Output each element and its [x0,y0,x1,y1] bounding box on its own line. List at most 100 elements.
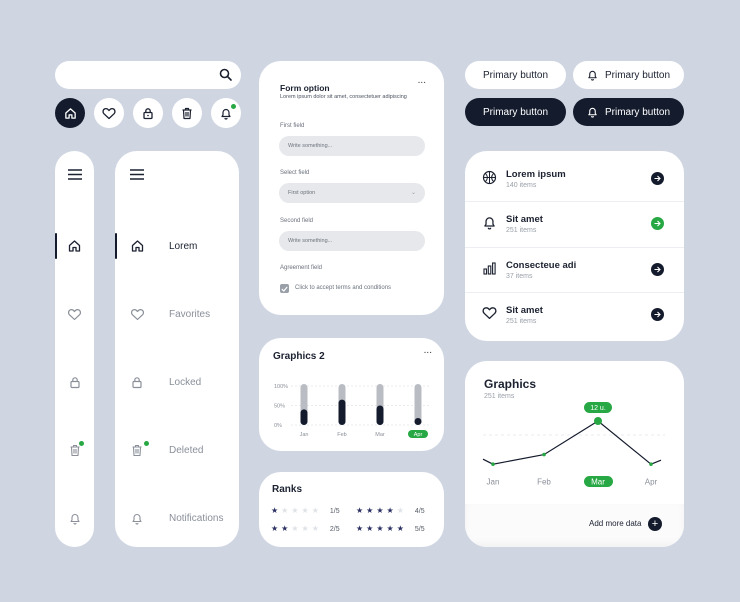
select-field-dropdown[interactable]: First option ⌄ [279,183,425,203]
bar-chart-icon [482,261,497,276]
primary-dark-bell-button[interactable]: Primary button [573,98,684,126]
ranks-card: Ranks ★ ★ ★ ★ ★ 1/5 ★ ★ ★ ★ ★ 4/5 ★ ★ ★ ★ ★ 2/5 ★ ★ ★ ★ ★ 5/5 [259,472,444,547]
star-icon: ★ [301,524,309,533]
search-input[interactable] [67,67,207,83]
rail-item-locked[interactable] [55,367,94,397]
list-item[interactable]: Sit amet 251 items [465,202,684,247]
add-data-button[interactable]: + [648,517,662,531]
primary-dark-button[interactable]: Primary button [465,98,566,126]
list-item-subtitle: 37 items [506,273,533,280]
rail-item-favorites[interactable] [55,299,94,329]
rail-item-home[interactable] [55,231,94,261]
x-tick-label: Apr [414,432,423,438]
favorites-button[interactable] [94,98,124,128]
search-icon[interactable] [219,68,232,81]
nav-item-locked[interactable]: Locked [115,368,239,396]
add-more-data-label: Add more data [589,519,642,528]
star-icon: ★ [366,524,374,533]
bell-icon [115,512,159,525]
rank-row: ★ ★ ★ ★ ★ 1/5 [271,507,340,515]
star-icon: ★ [281,506,289,515]
nav-item-label: Deleted [169,444,204,456]
primary-bell-button[interactable]: Primary button [573,61,684,89]
first-field-input[interactable]: Write something... [279,136,425,156]
trash-icon [181,107,193,120]
lock-button[interactable] [133,98,163,128]
rail-item-deleted[interactable] [55,435,94,465]
nav-item-label: Locked [169,376,202,388]
line-chart: Jan Feb 12 u. Mar Apr [482,402,665,487]
nav-item-deleted[interactable]: Deleted [115,436,239,464]
rank-row: ★ ★ ★ ★ ★ 2/5 [271,525,340,533]
arrow-right-icon[interactable] [651,172,664,185]
rank-label: 2/5 [329,525,340,533]
more-menu-button[interactable]: ... [424,345,432,356]
bar-chart: 100% 50% 0% Jan Feb Mar Apr [274,384,429,438]
rank-label: 1/5 [329,507,340,515]
trash-button[interactable] [172,98,202,128]
agreement-checkbox[interactable] [280,284,289,293]
star-icon: ★ [311,506,319,515]
list-item[interactable]: Sit amet 251 items [465,293,684,338]
x-tick-label: Feb [537,478,551,487]
star-icon: ★ [376,524,384,533]
graphics-small-title: Graphics 2 [273,351,325,362]
home-icon [115,239,159,253]
list-item[interactable]: Consecteue adi 37 items [465,248,684,293]
x-tick-label: Feb [337,432,346,438]
bell-icon [482,215,497,230]
list-item-subtitle: 251 items [506,227,537,234]
nav-item-lorem[interactable]: Lorem [115,232,239,260]
select-field-label: Select field [280,170,310,176]
check-icon [281,286,288,292]
list-item[interactable]: Lorem ipsum 140 items [465,157,684,202]
hamburger-icon [130,168,144,180]
arrow-right-icon[interactable] [651,308,664,321]
heart-icon [102,107,116,120]
nav-panel: Lorem Favorites Locked Deleted Notificat… [115,151,239,547]
rail-item-notifications[interactable] [55,503,94,533]
star-icon: ★ [396,524,404,533]
primary-button[interactable]: Primary button [465,61,566,89]
nav-item-label: Favorites [169,308,211,320]
menu-button[interactable] [55,159,94,189]
agreement-checkbox-label: Click to accept terms and conditions [295,285,392,291]
rank-row: ★ ★ ★ ★ ★ 5/5 [356,525,425,533]
nav-item-notifications[interactable]: Notifications [115,504,239,532]
chevron-down-icon: ⌄ [410,190,416,196]
notifications-button[interactable] [211,98,241,128]
arrow-right-icon[interactable] [651,217,664,230]
star-icon: ★ [366,506,374,515]
more-menu-button[interactable]: ... [418,75,426,86]
search-bar[interactable] [55,61,241,89]
list-item-subtitle: 140 items [506,182,537,189]
menu-button[interactable] [115,159,159,189]
arrow-right-icon[interactable] [651,263,664,276]
rank-row: ★ ★ ★ ★ ★ 4/5 [356,507,425,515]
second-field-label: Second field [280,218,314,224]
deleted-badge [144,440,149,446]
list-card: Lorem ipsum 140 items Sit amet 251 items… [465,151,684,341]
data-point [542,452,546,457]
select-value: First option [288,190,316,196]
rank-label: 5/5 [414,525,425,533]
home-button[interactable] [55,98,85,128]
plus-icon: + [651,518,659,530]
star-icon: ★ [356,524,364,533]
second-field-input[interactable]: Write something... [279,231,425,251]
star-icon: ★ [281,524,289,533]
nav-item-favorites[interactable]: Favorites [115,300,239,328]
graphics-big-card: Graphics 251 items Jan Feb 12 u. Mar Apr Add… [465,361,684,547]
form-title: Form option [280,83,330,93]
bell-icon [220,107,232,120]
heart-icon [115,308,159,321]
tooltip-label: 12 u. [590,405,606,412]
primary-button-label: Primary button [482,106,549,118]
star-icon: ★ [291,506,299,515]
graphics-small-card: Graphics 2 ... 100% 50% 0% Jan Feb Mar Apr [259,338,444,451]
bar [376,405,384,425]
lock-icon [115,376,159,389]
data-point [594,417,602,425]
notification-badge [231,104,236,109]
first-field-label: First field [280,123,305,129]
